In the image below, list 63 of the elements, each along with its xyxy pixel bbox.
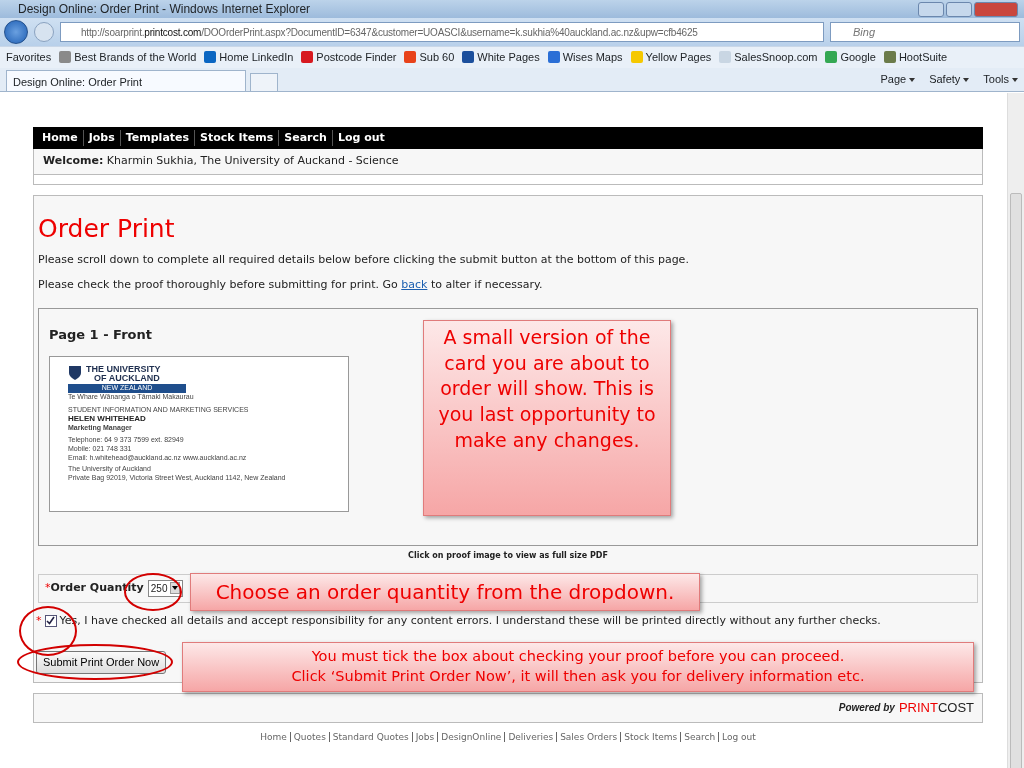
favorite-link[interactable]: White Pages [462,49,540,66]
nav-link[interactable]: Search [279,129,333,147]
footer-link[interactable]: DesignOnline [437,731,505,742]
nav-link[interactable]: Stock Items [195,129,280,147]
nav-link[interactable]: Templates [120,129,196,147]
shield-icon [68,365,82,381]
browser-tab[interactable]: Design Online: Order Print [6,70,246,91]
callout-text: A small version of the card you are about to order will show. This is you last opportunity to make any changes. [437,325,657,453]
favorite-link[interactable]: Sub 60 [404,49,455,66]
footer-link[interactable]: Quotes [289,731,329,742]
favorites-button[interactable]: Favorites [6,49,52,66]
callout-text: You must tick the box about checking your proof before you can proceed. [310,647,846,666]
proof-caption: Click on proof image to view as full size PDF [407,549,609,562]
nav-link[interactable]: Log out [332,129,390,147]
proof-title: Page 1 - Front [49,325,152,344]
command-menu[interactable]: Page [880,71,916,88]
favorite-link[interactable]: Home LinkedIn [204,49,294,66]
new-tab-button[interactable] [250,73,278,91]
footer-link[interactable]: Sales Orders [556,731,621,742]
back-link[interactable]: back [401,278,428,291]
callout-text: Choose an order quantity from the dropdown. [214,579,676,606]
footer-link[interactable]: Log out [718,731,759,742]
quantity-dropdown[interactable]: 250 [147,579,184,597]
intro-text: Please scroll down to complete all required details below before clicking the submit button at the bottom of this page. [38,251,690,268]
maximize-button[interactable] [946,1,972,17]
nav-link[interactable]: Home [37,129,84,147]
close-button[interactable] [974,1,1018,17]
callout-text: Click ‘Submit Print Order Now’, it will then ask you for delivery information etc. [290,667,866,687]
welcome-text: Welcome: Kharmin Sukhia, The University of Auckand - Science [43,154,399,167]
window-title: Design Online: Order Print - Windows Internet Explorer [18,1,311,18]
forward-button[interactable] [34,22,54,42]
command-menu[interactable]: Tools [983,71,1018,88]
submit-button[interactable]: Submit Print Order Now [36,651,167,674]
page-heading: Order Print [38,213,176,244]
brand-logo: PRINTCOST [898,698,974,717]
card-name: HELEN WHITEHEAD [68,414,147,425]
scrollbar[interactable] [1007,93,1024,768]
favorite-link[interactable]: Postcode Finder [301,49,397,66]
favorite-link[interactable]: Best Brands of the World [59,49,197,66]
favorite-link[interactable]: Google [825,49,876,66]
footer-link[interactable]: Search [680,731,719,742]
card-logo-text: THE UNIVERSITY [86,365,161,374]
business-card[interactable] [49,356,349,512]
minimize-button[interactable] [918,1,944,17]
card-logo-text: OF AUCKLAND [93,374,161,383]
footer-link[interactable]: Home [257,731,290,742]
proof-note: Please check the proof thoroughly before submitting for print. Go back to alter if necessary. [38,277,544,293]
footer-link[interactable]: Standard Quotes [328,731,412,742]
footer-link[interactable]: Jobs [411,731,438,742]
powered-by-text: Powered by [838,701,895,715]
footer-link[interactable]: Stock Items [620,731,681,742]
search-field[interactable]: Bing [830,22,1020,42]
footer-link[interactable]: Deliveries [504,731,557,742]
address-field[interactable]: http://soarprint.printcost.com/DOOrderPrint.aspx?DocumentID=6347&customer=UOASCI&username=k.sukhia%40auckland.ac.nz&upw=cfb4625 [60,22,824,42]
favorite-link[interactable]: SalesSnoop.com [719,49,818,66]
back-button[interactable] [4,20,28,44]
command-menu[interactable]: Safety [929,71,970,88]
agree-checkbox[interactable] [44,614,57,627]
favorite-link[interactable]: HootSuite [883,49,948,66]
required-mark: * [36,612,42,629]
favorite-link[interactable]: Yellow Pages [630,49,712,66]
favorite-link[interactable]: Wises Maps [547,49,623,66]
nav-link[interactable]: Jobs [83,129,121,147]
